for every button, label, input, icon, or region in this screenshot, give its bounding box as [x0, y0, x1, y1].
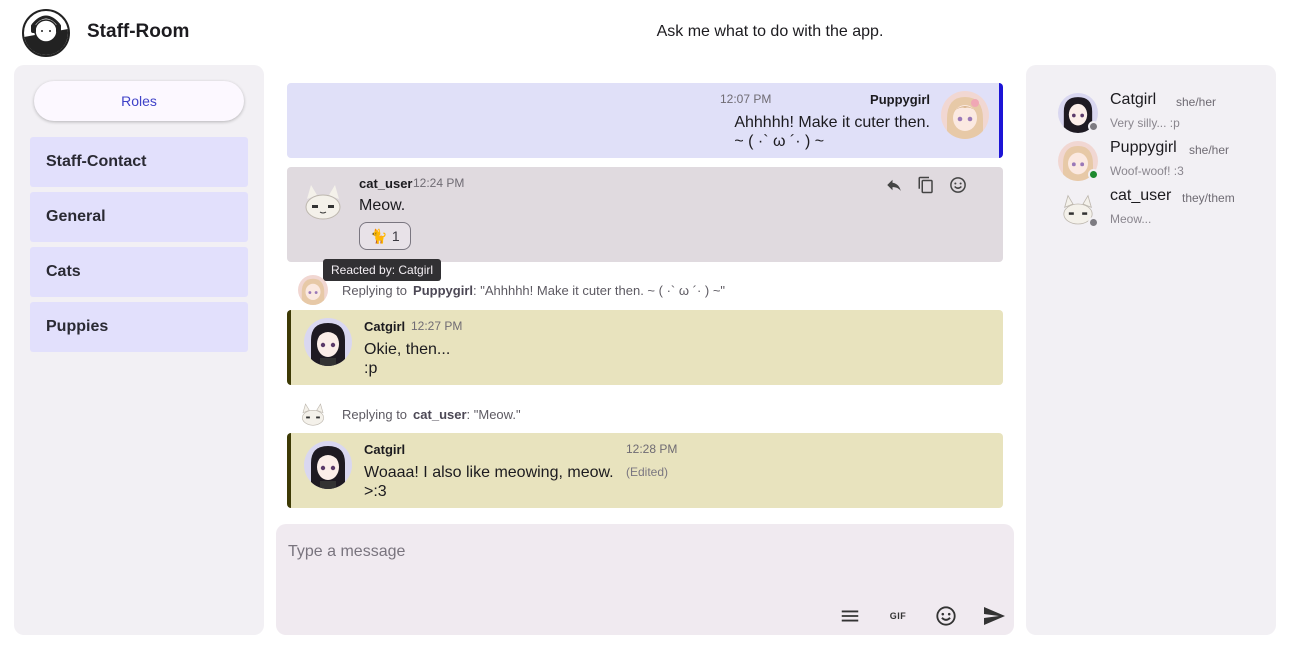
message-item[interactable]: Catgirl 12:28 PM Woaaa! I also like meow…: [287, 433, 1003, 508]
member-name: cat_user: [1110, 187, 1172, 204]
message-body: Woaaa! I also like meowing, meow. >:3: [364, 463, 614, 501]
puppygirl-avatar[interactable]: [941, 91, 989, 139]
edited-label: (Edited): [626, 465, 669, 479]
channel-item-staff-contact[interactable]: Staff-Contact: [30, 137, 248, 187]
member-pronouns: she/her: [1176, 95, 1217, 109]
message-line: >:3: [364, 483, 387, 500]
member-status: Very silly... :p: [1110, 116, 1180, 130]
member-list: Catgirl she/her Very silly... :p Puppygi…: [1026, 65, 1276, 635]
message-line: Woaaa! I also like meowing, meow.: [364, 464, 614, 481]
message-line: Ahhhhh! Make it cuter then.: [734, 114, 930, 131]
catgirl-avatar[interactable]: [304, 441, 352, 489]
member-item-puppygirl[interactable]: Puppygirl she/her Woof-woof! :3: [1058, 139, 1268, 185]
message-author[interactable]: Catgirl: [364, 319, 405, 334]
reply-icon[interactable]: [883, 174, 905, 196]
member-pronouns: she/her: [1189, 143, 1230, 157]
member-name: Catgirl: [1110, 91, 1157, 108]
reply-author: Puppygirl: [413, 282, 473, 298]
message-body: Okie, then... :p: [364, 340, 450, 378]
reply-label: Replying to: [342, 406, 408, 422]
cat-user-avatar[interactable]: [299, 177, 347, 225]
reply-author: cat_user: [413, 406, 467, 422]
member-pronouns: they/them: [1182, 191, 1235, 205]
header: Staff-Room Ask me what to do with the ap…: [0, 0, 1290, 65]
channel-sidebar: Roles Staff-Contact General Cats Puppies: [14, 65, 264, 635]
app-root: Staff-Room Ask me what to do with the ap…: [0, 0, 1290, 651]
message-line: ~ ( ·` ω ´· ) ~: [734, 133, 825, 150]
message-author[interactable]: cat_user: [359, 176, 412, 191]
presence-indicator: [1088, 121, 1099, 132]
roles-button[interactable]: Roles: [34, 81, 244, 121]
presence-indicator: [1088, 169, 1099, 180]
emoji-icon[interactable]: [933, 603, 959, 629]
message-line: :p: [364, 360, 378, 377]
message-line: Okie, then...: [364, 341, 451, 358]
message-item[interactable]: Catgirl 12:27 PM Okie, then... :p: [287, 310, 1003, 385]
member-status: Woof-woof! :3: [1110, 164, 1184, 178]
message-composer: GIF: [276, 524, 1014, 635]
message-actions: [883, 174, 969, 196]
reaction-emoji: 🐈: [370, 227, 388, 244]
reply-quote: : "Ahhhhh! Make it cuter then. ~ ( ·` ω …: [473, 282, 726, 298]
cat-user-avatar-small: [298, 399, 328, 429]
member-name: Puppygirl: [1110, 139, 1177, 156]
message-author[interactable]: Puppygirl: [870, 92, 930, 107]
channel-item-general[interactable]: General: [30, 192, 248, 242]
reaction-count: 1: [391, 228, 400, 244]
member-item-cat-user[interactable]: cat_user they/them Meow...: [1058, 187, 1268, 233]
assistant-prompt[interactable]: Ask me what to do with the app.: [540, 23, 1000, 41]
send-icon[interactable]: [981, 603, 1007, 629]
menu-icon[interactable]: [837, 603, 863, 629]
channel-item-puppies[interactable]: Puppies: [30, 302, 248, 352]
message-input[interactable]: [288, 540, 988, 564]
member-status: Meow...: [1110, 212, 1152, 226]
message-item[interactable]: cat_user 12:24 PM Meow. 🐈 1: [287, 167, 1003, 262]
member-item-catgirl[interactable]: Catgirl she/her Very silly... :p: [1058, 91, 1268, 137]
message-time: 12:24 PM: [413, 176, 465, 190]
message-item[interactable]: 12:07 PM Puppygirl Ahhhhh! Make it cuter…: [287, 83, 1003, 158]
catgirl-avatar[interactable]: [304, 318, 352, 366]
message-time: 12:27 PM: [411, 319, 463, 333]
gif-button[interactable]: GIF: [885, 603, 911, 629]
reply-quote: : "Meow.": [466, 406, 521, 422]
app-logo: [22, 9, 70, 57]
reply-context[interactable]: Replying to cat_user : "Meow.": [298, 399, 521, 429]
gif-icon: GIF: [889, 611, 907, 621]
app-title: Staff-Room: [87, 21, 190, 42]
reply-label: Replying to: [342, 282, 408, 298]
message-body: Meow.: [359, 197, 406, 214]
copy-icon[interactable]: [915, 174, 937, 196]
reaction-chip[interactable]: 🐈 1: [359, 222, 411, 250]
message-body: Ahhhhh! Make it cuter then. ~ ( ·` ω ´· …: [734, 113, 930, 151]
puppygirl-avatar-small: [298, 275, 328, 305]
message-time: 12:28 PM: [626, 442, 678, 456]
presence-indicator: [1088, 217, 1099, 228]
channel-item-cats[interactable]: Cats: [30, 247, 248, 297]
reply-context[interactable]: Replying to Puppygirl : "Ahhhhh! Make it…: [298, 275, 726, 305]
message-author[interactable]: Catgirl: [364, 442, 405, 457]
add-reaction-icon[interactable]: [947, 174, 969, 196]
message-time: 12:07 PM: [720, 92, 772, 106]
